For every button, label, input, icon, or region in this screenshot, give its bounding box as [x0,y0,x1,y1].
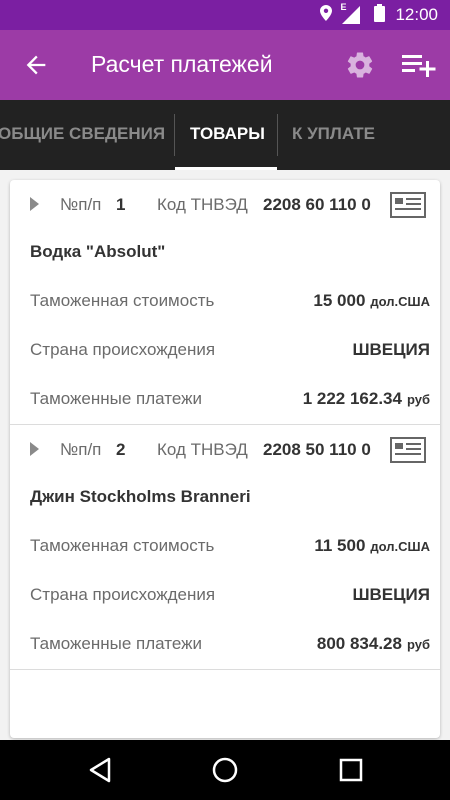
goods-item[interactable]: №п/п 1 Код ТНВЭД 2208 60 110 0 Водка "Ab… [10,180,440,424]
nav-back-icon[interactable] [87,756,115,784]
goods-item[interactable]: №п/п 2 Код ТНВЭД 2208 50 110 0 Джин Stoc… [10,425,440,669]
customs-value-label: Таможенная стоимость [30,536,215,555]
tab-divider [174,114,175,156]
app-bar: Расчет платежей [0,30,450,100]
status-bar: E 12:00 [0,0,450,30]
battery-icon [374,3,386,27]
signal-icon: E [340,2,364,24]
customs-payments-label: Таможенные платежи [30,389,202,408]
code-label: Код ТНВЭД [157,440,248,459]
document-icon[interactable] [390,192,426,218]
customs-value-amount: 11 500 [314,536,366,555]
code-label: Код ТНВЭД [157,195,248,214]
customs-value-label: Таможенная стоимость [30,291,215,310]
customs-payments-unit: руб [406,637,430,652]
tab-bar: ОБЩИЕ СВЕДЕНИЯ ТОВАРЫ К УПЛАТЕ [0,100,450,170]
tab-to-pay[interactable]: К УПЛАТЕ [292,100,375,170]
customs-value-unit: дол.США [370,539,430,554]
item-divider [10,669,440,670]
customs-value-unit: дол.США [370,294,430,309]
nav-recents-icon[interactable] [337,756,365,784]
tab-general-info[interactable]: ОБЩИЕ СВЕДЕНИЯ [0,100,165,170]
item-number-label: №п/п [60,195,102,214]
customs-payments-amount: 1 222 162.34 [302,389,402,408]
customs-value-amount: 15 000 [313,291,366,310]
customs-value: 15 000 дол.США [313,291,430,311]
expand-arrow-icon[interactable] [30,197,40,211]
navigation-bar [0,740,450,800]
tab-goods[interactable]: ТОВАРЫ [190,100,265,170]
customs-payments-unit: руб [406,392,430,407]
item-number: 1 [116,195,126,214]
item-name: Джин Stockholms Branneri [30,487,251,506]
origin-country-label: Страна происхождения [30,340,216,359]
item-number: 2 [116,440,126,459]
code-value: 2208 50 110 0 [263,440,371,459]
expand-arrow-icon[interactable] [30,442,40,456]
customs-value: 11 500 дол.США [314,536,430,556]
customs-payments-label: Таможенные платежи [30,634,202,653]
tab-divider [277,114,278,156]
customs-payments-amount: 800 834.28 [316,634,402,653]
item-name: Водка "Absolut" [30,242,166,261]
location-icon [320,4,333,26]
item-number-label: №п/п [60,440,102,459]
content-area: №п/п 1 Код ТНВЭД 2208 60 110 0 Водка "Ab… [0,170,450,740]
origin-country-value: ШВЕЦИЯ [352,585,430,604]
document-icon[interactable] [390,437,426,463]
origin-country-value: ШВЕЦИЯ [352,340,430,359]
code-value: 2208 60 110 0 [263,195,371,214]
gear-icon[interactable] [345,50,375,80]
nav-home-icon[interactable] [211,756,239,784]
origin-country-label: Страна происхождения [30,585,216,604]
customs-payments: 800 834.28 руб [317,634,430,654]
arrow-back-icon[interactable] [22,51,50,79]
playlist-add-icon[interactable] [402,51,436,79]
goods-card: №п/п 1 Код ТНВЭД 2208 60 110 0 Водка "Ab… [10,180,440,738]
status-time: 12:00 [395,5,438,24]
customs-payments: 1 222 162.34 руб [303,389,430,409]
page-title: Расчет платежей [91,51,273,77]
network-type-label: E [340,2,347,12]
